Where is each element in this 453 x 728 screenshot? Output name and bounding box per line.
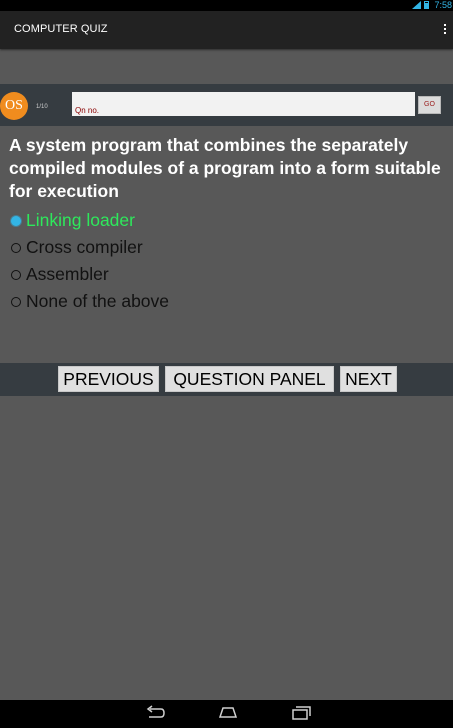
- radio-unchecked-icon[interactable]: [11, 296, 21, 307]
- question-text: A system program that combines the separ…: [9, 135, 441, 201]
- recents-icon[interactable]: [290, 705, 312, 726]
- navigation-panel: PREVIOUS QUESTION PANEL NEXT: [0, 363, 453, 396]
- previous-button[interactable]: PREVIOUS: [58, 366, 159, 392]
- status-bar: 7:58: [0, 0, 453, 11]
- option-label: Assembler: [26, 264, 109, 284]
- home-icon[interactable]: [217, 705, 239, 726]
- overflow-menu-icon[interactable]: [443, 24, 447, 36]
- status-icons: [412, 1, 429, 9]
- radio-unchecked-icon[interactable]: [11, 269, 21, 280]
- signal-icon: [412, 1, 421, 9]
- app-title: COMPUTER QUIZ: [14, 23, 108, 35]
- radio-checked-icon[interactable]: [11, 215, 21, 226]
- go-button[interactable]: GO: [418, 96, 441, 114]
- option-label: Cross compiler: [26, 237, 143, 257]
- radio-unchecked-icon[interactable]: [11, 242, 21, 253]
- options-list: Linking loader Cross compiler Assembler …: [11, 207, 169, 315]
- option-linking-loader[interactable]: Linking loader: [11, 207, 169, 234]
- option-cross-compiler[interactable]: Cross compiler: [11, 234, 169, 261]
- action-bar: COMPUTER QUIZ: [0, 11, 453, 49]
- back-icon[interactable]: [144, 705, 166, 726]
- next-button[interactable]: NEXT: [340, 366, 397, 392]
- subject-logo: OS: [0, 92, 28, 120]
- question-panel-button[interactable]: QUESTION PANEL: [165, 366, 334, 392]
- question-count: 1/10: [36, 104, 48, 110]
- option-none-of-the-above[interactable]: None of the above: [11, 288, 169, 315]
- option-label: None of the above: [26, 291, 170, 311]
- option-assembler[interactable]: Assembler: [11, 261, 169, 288]
- question-number-placeholder: Qn no.: [75, 106, 100, 115]
- system-navigation-bar: [0, 700, 453, 728]
- question-number-input[interactable]: Qn no.: [72, 92, 415, 116]
- status-time: 7:58: [434, 0, 452, 10]
- battery-icon: [424, 1, 429, 9]
- option-label: Linking loader: [26, 210, 135, 230]
